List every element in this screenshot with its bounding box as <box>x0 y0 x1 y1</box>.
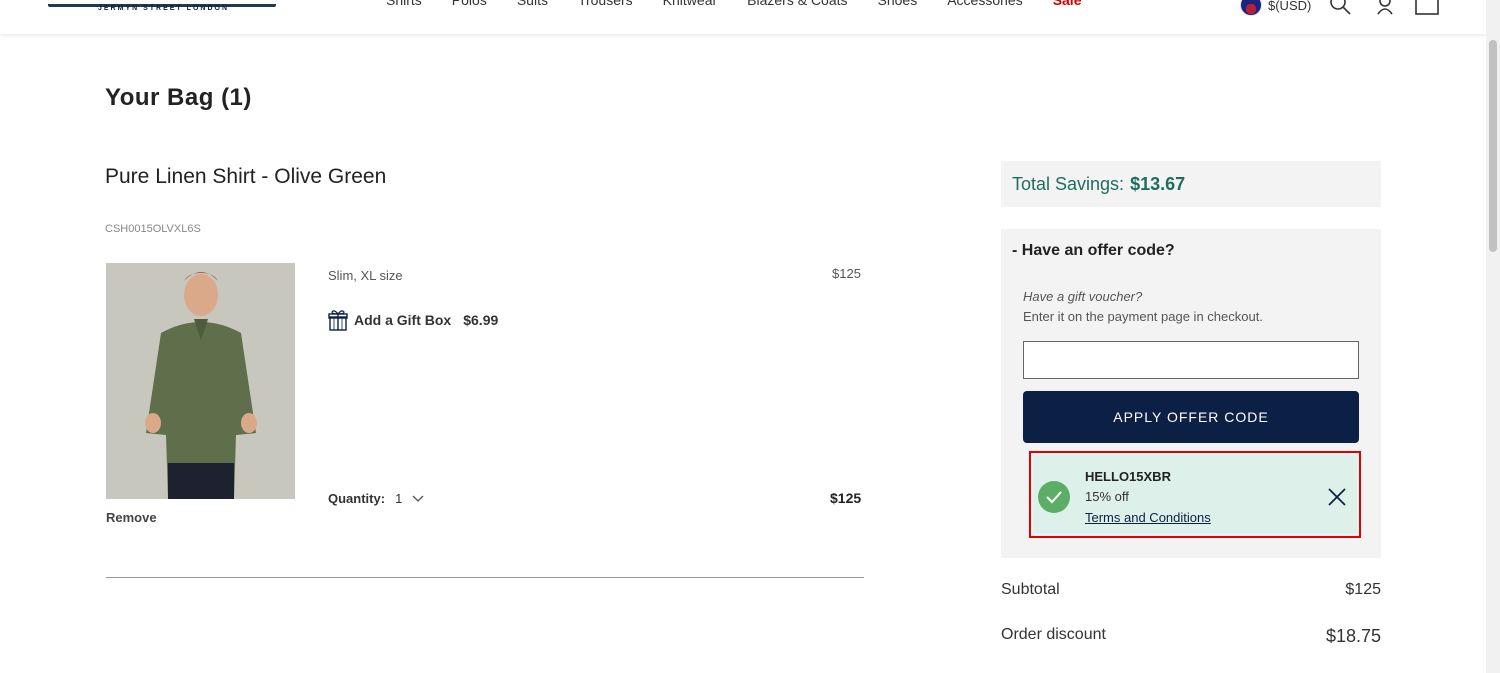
scrollbar-thumb[interactable] <box>1489 40 1497 252</box>
product-fit-size: Slim, XL size <box>328 268 403 283</box>
total-savings-banner: Total Savings: $13.67 <box>1001 161 1381 207</box>
applied-code-description: 15% off <box>1085 489 1129 504</box>
gift-box-price: $6.99 <box>463 312 499 328</box>
gift-voucher-question: Have a gift voucher? <box>1023 289 1143 304</box>
order-discount-label: Order discount <box>1001 626 1106 643</box>
line-total-price: $125 <box>830 490 862 506</box>
applied-code-name: HELLO15XBR <box>1085 469 1171 484</box>
subtotal-row: Subtotal $125 <box>1001 581 1381 599</box>
add-gift-box-button[interactable]: Add a Gift Box $6.99 <box>328 309 498 331</box>
nav-item-suits[interactable]: Suits <box>517 0 548 8</box>
apply-offer-code-button[interactable]: APPLY OFFER CODE <box>1023 391 1359 443</box>
gift-box-icon <box>328 310 348 331</box>
subtotal-label: Subtotal <box>1001 581 1060 598</box>
page-scrollbar[interactable] <box>1486 0 1500 673</box>
nav-item-polos[interactable]: Polos <box>452 0 487 8</box>
offer-code-toggle[interactable]: - Have an offer code? <box>1012 242 1175 260</box>
chevron-down-icon <box>412 495 424 502</box>
savings-label: Total Savings: <box>1012 173 1125 194</box>
product-image[interactable] <box>106 263 295 499</box>
us-flag-icon <box>1240 0 1262 16</box>
savings-value: $13.67 <box>1130 173 1186 194</box>
subtotal-value: $125 <box>1345 581 1381 598</box>
applied-code-highlight: HELLO15XBR 15% off Terms and Conditions <box>1029 451 1361 538</box>
divider <box>106 577 864 578</box>
applied-offer-code: HELLO15XBR 15% off Terms and Conditions <box>1033 455 1357 534</box>
remove-item-link[interactable]: Remove <box>106 510 157 525</box>
product-name[interactable]: Pure Linen Shirt - Olive Green <box>105 165 386 189</box>
offer-code-panel: - Have an offer code? Have a gift vouche… <box>1001 229 1381 558</box>
nav-item-sale[interactable]: Sale <box>1053 0 1082 8</box>
brand-tagline: JERMYN STREET LONDON <box>98 5 230 12</box>
unit-price: $125 <box>832 266 861 281</box>
terms-and-conditions-link[interactable]: Terms and Conditions <box>1085 510 1211 525</box>
bag-icon[interactable] <box>1415 0 1445 16</box>
product-sku: CSH0015OLVXL6S <box>105 223 201 235</box>
main-nav: Shirts Polos Suits Trousers Knitwear Bla… <box>386 0 1112 8</box>
currency-label: $(USD) <box>1268 0 1312 13</box>
close-icon[interactable] <box>1327 487 1347 507</box>
nav-item-accessories[interactable]: Accessories <box>947 0 1022 8</box>
quantity-value: 1 <box>395 491 403 506</box>
gift-box-label: Add a Gift Box <box>354 312 452 328</box>
quantity-selector[interactable]: Quantity: 1 <box>328 491 424 506</box>
site-header: JERMYN STREET LONDON Shirts Polos Suits … <box>0 0 1486 34</box>
nav-item-knitwear[interactable]: Knitwear <box>663 0 717 8</box>
page-title: Your Bag (1) <box>105 84 252 111</box>
search-icon[interactable] <box>1328 0 1352 16</box>
nav-item-blazers-coats[interactable]: Blazers & Coats <box>747 0 847 8</box>
quantity-label: Quantity: <box>328 491 386 506</box>
nav-item-shoes[interactable]: Shoes <box>878 0 918 8</box>
order-discount-row: Order discount $18.75 <box>1001 626 1381 647</box>
account-icon[interactable] <box>1373 0 1397 16</box>
currency-selector[interactable]: $(USD) <box>1240 0 1311 16</box>
gift-voucher-hint: Enter it on the payment page in checkout… <box>1023 309 1263 324</box>
check-icon <box>1038 481 1070 513</box>
nav-item-trousers[interactable]: Trousers <box>578 0 633 8</box>
offer-code-input[interactable] <box>1023 341 1359 379</box>
order-discount-value: $18.75 <box>1325 626 1381 646</box>
nav-item-shirts[interactable]: Shirts <box>386 0 422 8</box>
